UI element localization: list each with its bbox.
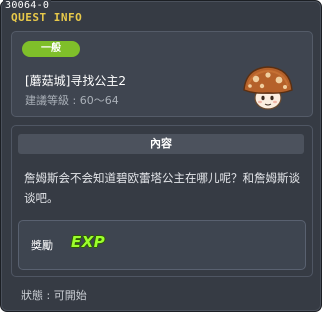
quest-category-badge: 一般 <box>22 41 80 57</box>
quest-name: [蘑菇城]寻找公主2 <box>25 74 126 88</box>
quest-header-panel: 一般 [蘑菇城]寻找公主2 建議等級 : 60～64 <box>11 31 313 117</box>
quest-status: 狀態 : 可開始 <box>21 289 87 302</box>
quest-info-window: 30064-0 QUEST INFO 一般 [蘑菇城]寻找公主2 建議等級 : … <box>0 0 322 312</box>
mushroom-npc-icon <box>243 66 293 110</box>
quest-id: 30064-0 <box>3 0 52 11</box>
reward-label: 獎勵 <box>31 239 53 252</box>
quest-level-range: 建議等級 : 60～64 <box>25 94 119 107</box>
quest-detail-panel: 內容 詹姆斯会不会知道碧欧蕾塔公主在哪儿呢？和詹姆斯谈谈吧。 獎勵 EXP <box>11 125 313 277</box>
window-title: QUEST INFO <box>11 11 83 24</box>
content-section-header: 內容 <box>18 134 304 154</box>
exp-icon[interactable]: EXP <box>71 233 105 251</box>
reward-box: 獎勵 EXP <box>18 220 306 270</box>
quest-description: 詹姆斯会不会知道碧欧蕾塔公主在哪儿呢？和詹姆斯谈谈吧。 <box>24 171 300 205</box>
